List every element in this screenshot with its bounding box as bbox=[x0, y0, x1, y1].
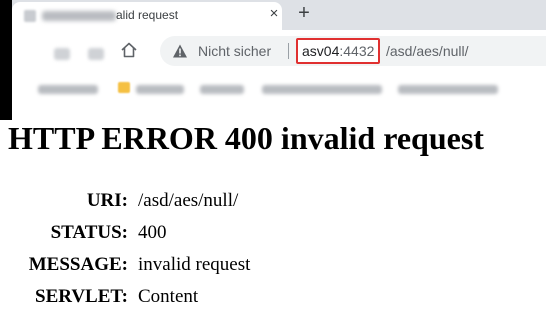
bookmark-item[interactable] bbox=[262, 85, 382, 94]
home-icon[interactable] bbox=[120, 41, 138, 59]
detail-value: /asd/aes/null/ bbox=[138, 190, 239, 211]
bookmark-item[interactable] bbox=[200, 85, 244, 94]
close-icon[interactable]: × bbox=[266, 6, 282, 22]
security-status-label[interactable]: Nicht sicher bbox=[198, 43, 271, 59]
detail-label: MESSAGE: bbox=[28, 254, 128, 275]
url-path: /asd/aes/null/ bbox=[386, 43, 469, 59]
bookmarks-bar bbox=[0, 72, 546, 106]
back-arrow-icon[interactable] bbox=[54, 48, 70, 60]
address-bar[interactable]: Nicht sicher asv04:4432 /asd/aes/null/ bbox=[160, 36, 546, 66]
url-host: asv04:4432 bbox=[302, 43, 374, 59]
url-host-highlight: asv04:4432 bbox=[296, 38, 381, 64]
new-tab-button[interactable]: + bbox=[294, 2, 314, 24]
bookmark-item[interactable] bbox=[38, 85, 98, 94]
detail-label: SERVLET: bbox=[35, 286, 128, 307]
page-favicon-icon bbox=[24, 10, 36, 22]
detail-value: 400 bbox=[138, 222, 167, 243]
warning-triangle-icon[interactable] bbox=[172, 43, 188, 59]
reload-icon[interactable] bbox=[88, 48, 104, 60]
bookmark-item[interactable] bbox=[136, 85, 184, 94]
detail-value: invalid request bbox=[138, 254, 251, 275]
tab-title-redacted bbox=[42, 11, 116, 21]
folder-icon bbox=[118, 82, 130, 93]
url-port: :4432 bbox=[339, 43, 375, 59]
bookmark-item[interactable] bbox=[398, 85, 498, 94]
redaction-bar bbox=[0, 0, 12, 120]
detail-label: STATUS: bbox=[50, 222, 128, 243]
browser-toolbar: Nicht sicher asv04:4432 /asd/aes/null/ bbox=[0, 30, 546, 70]
browser-tab[interactable]: alid request × bbox=[12, 2, 282, 30]
tab-strip: alid request × + bbox=[0, 0, 546, 30]
page-title: HTTP ERROR 400 invalid request bbox=[8, 120, 484, 156]
omnibox-divider bbox=[288, 43, 289, 59]
tab-title: alid request bbox=[116, 8, 179, 22]
detail-value: Content bbox=[138, 286, 199, 307]
detail-label: URI: bbox=[86, 190, 128, 211]
url-hostname: asv04 bbox=[302, 43, 340, 59]
